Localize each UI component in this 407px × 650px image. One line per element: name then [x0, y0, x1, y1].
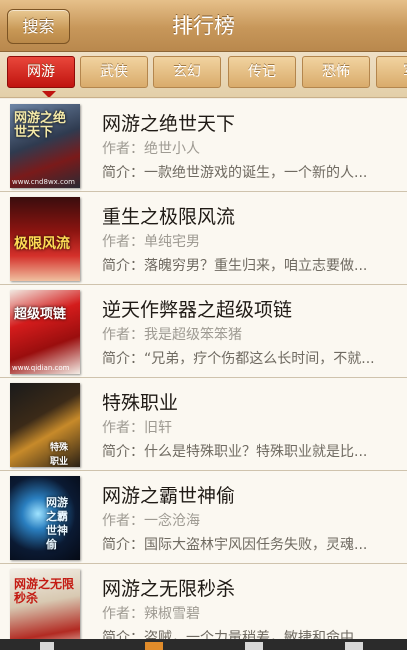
book-list: 网游之绝世天下 www.cnd8wx.com 网游之绝世天下 作者：绝世小人 简…	[0, 99, 407, 639]
book-cover[interactable]: 超级项链 www.qidian.com	[10, 290, 80, 374]
book-title: 特殊职业	[102, 392, 179, 414]
tab-zhuanji[interactable]: 传记	[228, 56, 296, 88]
tab-label: 恐怖	[322, 64, 350, 80]
category-tab-bar: 网游 武侠 玄幻 传记 恐怖 军	[0, 52, 407, 98]
book-item[interactable]: 超级项链 www.qidian.com 逆天作弊器之超级项链 作者：我是超级笨笨…	[0, 285, 407, 378]
bottom-nav-bar	[0, 639, 407, 650]
book-title: 网游之霸世神偷	[102, 485, 236, 507]
nav-icon[interactable]	[40, 642, 54, 650]
tab-wangyou[interactable]: 网游	[7, 56, 75, 97]
tab-label: 武侠	[100, 64, 128, 80]
tab-jun[interactable]: 军	[376, 56, 407, 88]
book-intro: 简介：“兄弟，疗个伤都这么长时间，不就...	[102, 351, 375, 367]
tab-kongbu[interactable]: 恐怖	[302, 56, 370, 88]
tab-label: 玄幻	[173, 64, 201, 80]
cover-title: 特殊职业	[50, 443, 69, 467]
book-item[interactable]: 网游之绝世天下 www.cnd8wx.com 网游之绝世天下 作者：绝世小人 简…	[0, 99, 407, 192]
book-item[interactable]: 极限风流 重生之极限风流 作者：单纯宅男 简介：落魄穷男？重生归来，咱立志要做.…	[0, 192, 407, 285]
cover-title: 极限风流	[14, 236, 70, 252]
book-cover[interactable]: 网游之霸世神偷	[10, 476, 80, 560]
book-intro: 简介：什么是特殊职业？特殊职业就是比...	[102, 444, 368, 460]
book-cover[interactable]: 网游之无限秒杀	[10, 569, 80, 639]
book-item[interactable]: 特殊职业 特殊职业 作者：旧轩 简介：什么是特殊职业？特殊职业就是比...	[0, 378, 407, 471]
cover-title: 网游之无限秒杀	[14, 577, 75, 605]
book-cover[interactable]: 极限风流	[10, 197, 80, 281]
book-intro: 简介：国际大盗林宇风因任务失败，灵魂...	[102, 537, 368, 553]
tab-xuanhuan[interactable]: 玄幻	[153, 56, 221, 88]
book-title: 逆天作弊器之超级项链	[102, 299, 293, 321]
cover-title: 网游之绝世天下	[14, 111, 67, 140]
book-title: 网游之无限秒杀	[102, 578, 236, 600]
nav-icon[interactable]	[345, 642, 363, 650]
active-tab-indicator	[42, 91, 56, 97]
book-intro: 简介：盗贼，一个力量稍差，敏捷和命中...	[102, 630, 368, 639]
book-title: 网游之绝世天下	[102, 113, 236, 135]
tab-label: 网游	[27, 64, 55, 80]
book-intro: 简介：落魄穷男？重生归来，咱立志要做...	[102, 258, 368, 274]
search-button[interactable]: 搜索	[7, 9, 70, 44]
book-author: 作者：旧轩	[102, 420, 172, 436]
tab-wuxia[interactable]: 武侠	[80, 56, 148, 88]
book-cover[interactable]: 网游之绝世天下 www.cnd8wx.com	[10, 104, 80, 188]
book-author: 作者：辣椒雪碧	[102, 606, 200, 622]
cover-title: 网游之霸世神偷	[46, 496, 68, 551]
book-intro: 简介：一款绝世游戏的诞生，一个新的人...	[102, 165, 368, 181]
book-author: 作者：单纯宅男	[102, 234, 200, 250]
nav-icon[interactable]	[145, 642, 163, 650]
book-item[interactable]: 网游之无限秒杀 网游之无限秒杀 作者：辣椒雪碧 简介：盗贼，一个力量稍差，敏捷和…	[0, 564, 407, 639]
book-author: 作者：一念沧海	[102, 513, 200, 529]
book-author: 作者：我是超级笨笨猪	[102, 327, 242, 343]
cover-caption: www.cnd8wx.com	[12, 178, 75, 186]
book-author: 作者：绝世小人	[102, 141, 200, 157]
tab-label: 军	[403, 64, 407, 80]
cover-title: 超级项链	[14, 307, 67, 322]
header-bar: 排行榜 搜索	[0, 0, 407, 52]
book-title: 重生之极限风流	[102, 206, 236, 228]
nav-icon[interactable]	[245, 642, 263, 650]
cover-caption: www.qidian.com	[12, 364, 70, 372]
tab-label: 传记	[248, 64, 276, 80]
book-item[interactable]: 网游之霸世神偷 网游之霸世神偷 作者：一念沧海 简介：国际大盗林宇风因任务失败，…	[0, 471, 407, 564]
book-cover[interactable]: 特殊职业	[10, 383, 80, 467]
